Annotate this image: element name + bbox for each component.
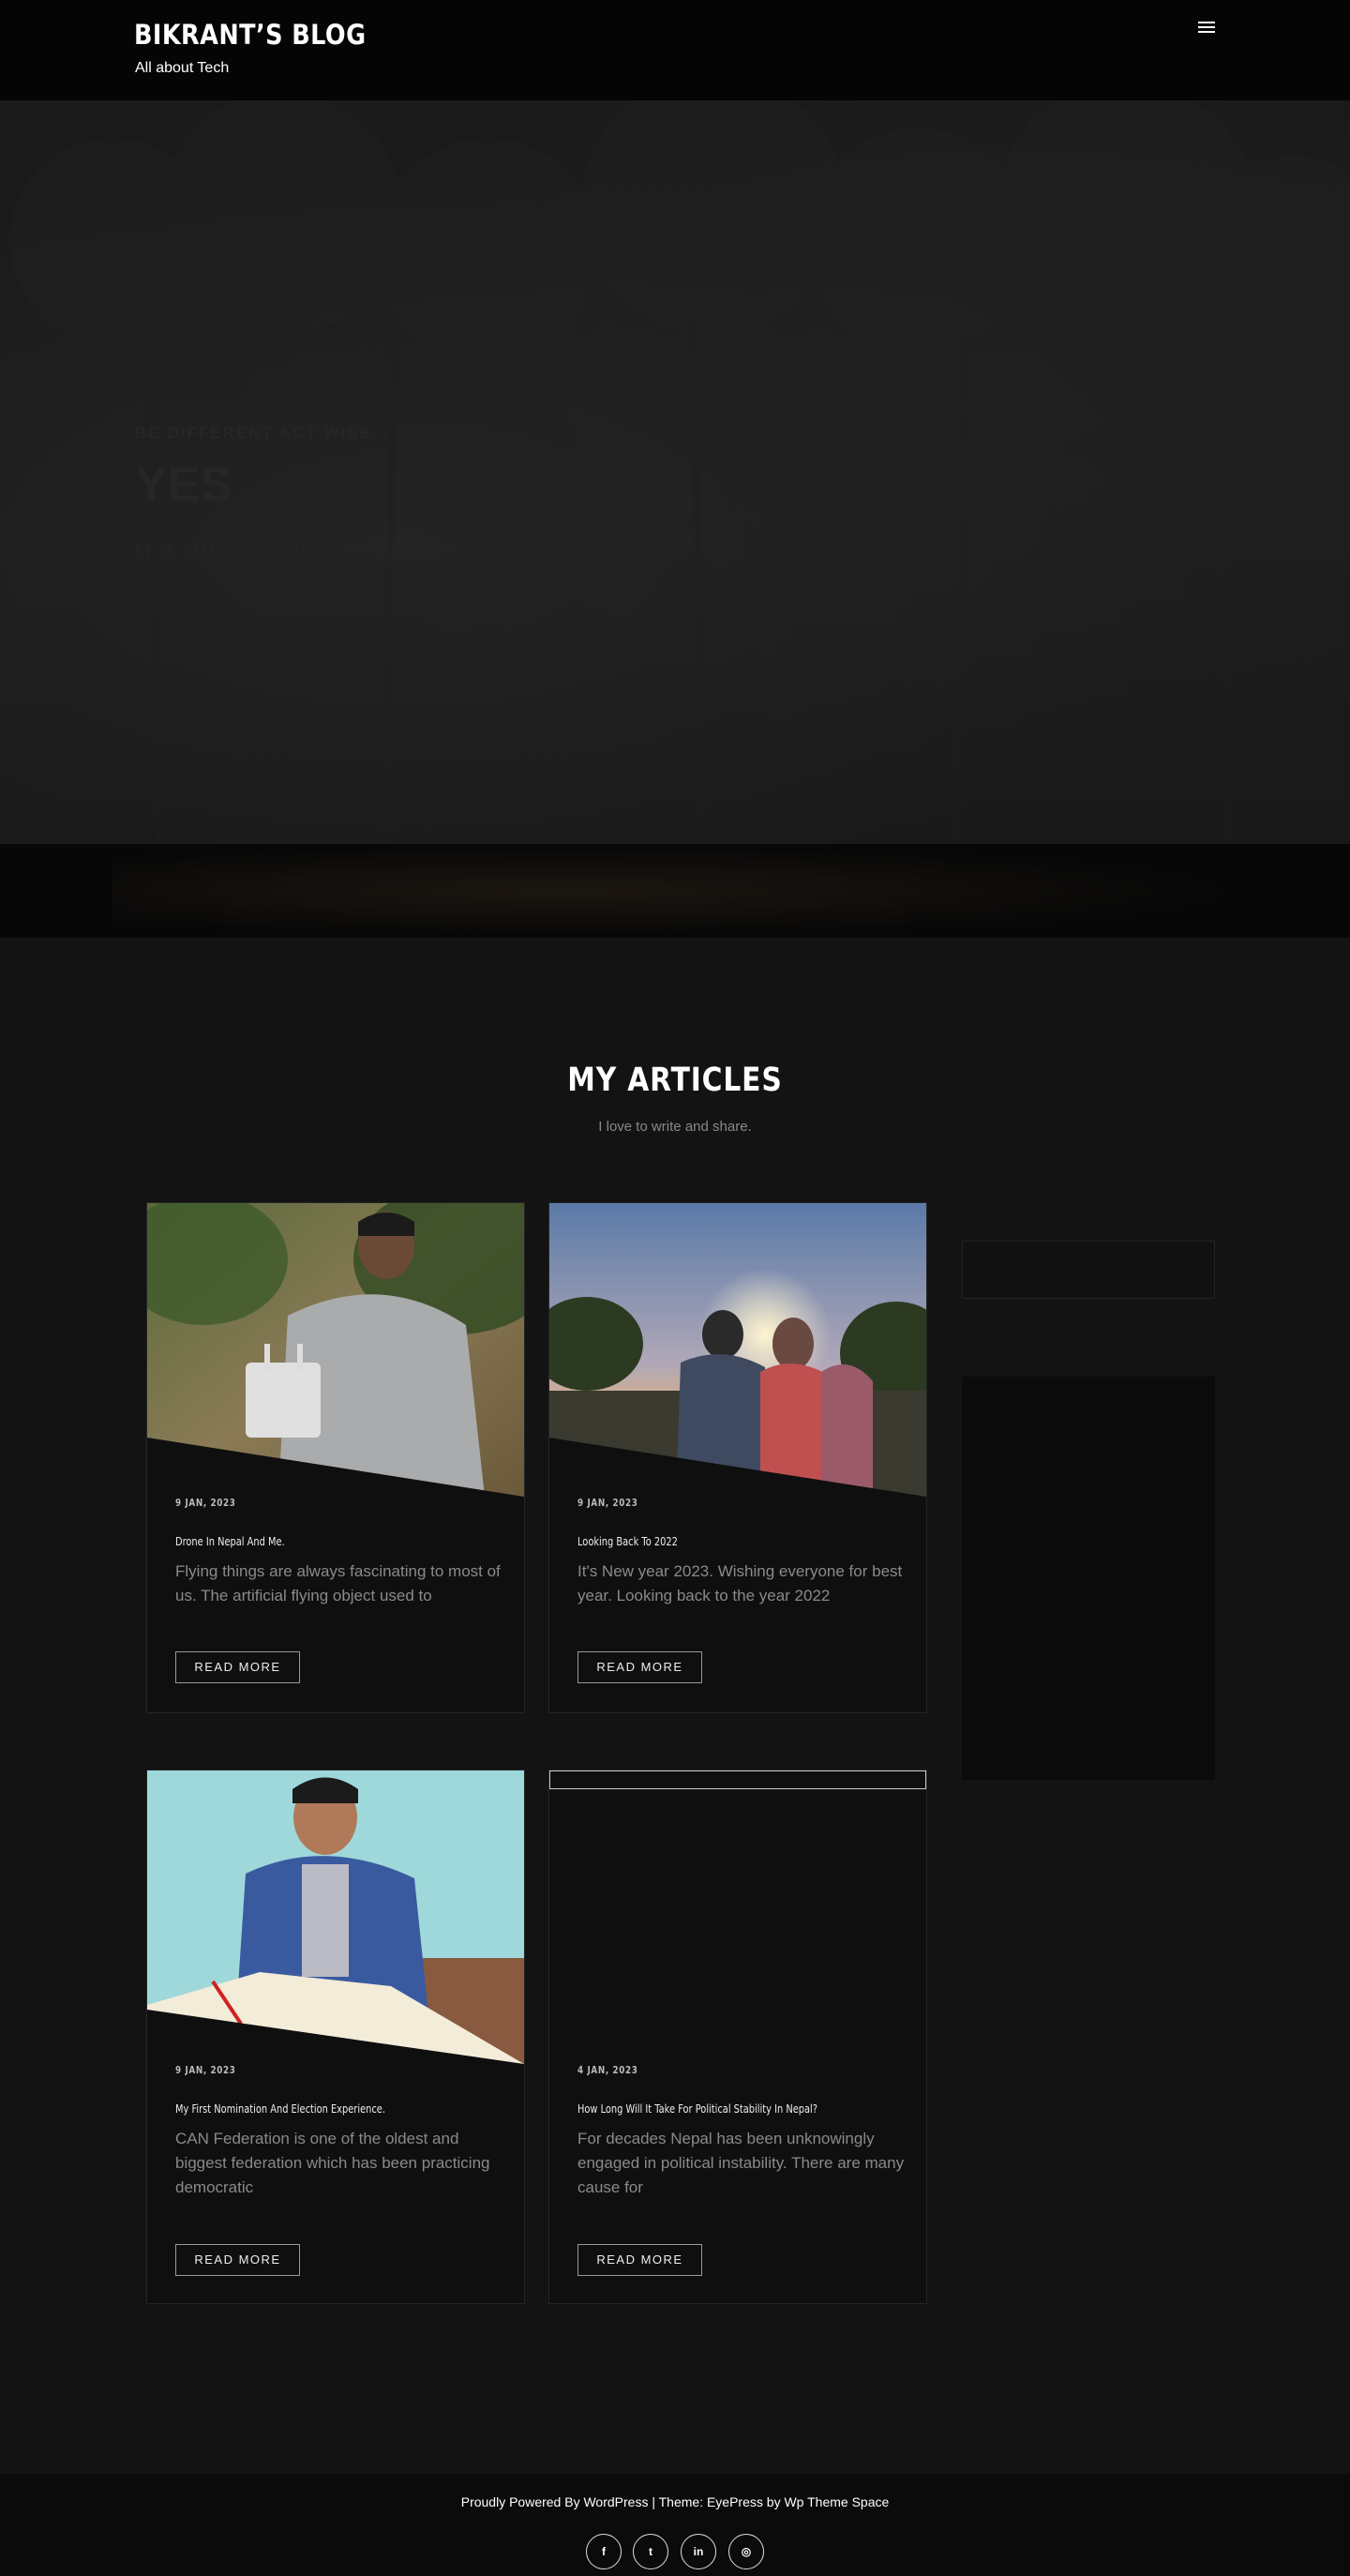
article-excerpt: For decades Nepal has been unknowingly e…: [578, 2130, 905, 2196]
read-more-button[interactable]: READ MORE: [578, 1651, 702, 1683]
article-image-drone[interactable]: [147, 1203, 524, 1497]
site-tagline: All about Tech: [135, 60, 230, 76]
article-card: 4 JAN, 2023 How Long Will It Take For Po…: [548, 1770, 927, 2304]
sidebar-search-widget[interactable]: [962, 1241, 1215, 1299]
article-title[interactable]: My First Nomination And Election Experie…: [175, 2102, 385, 2116]
article-image-broken[interactable]: [549, 1770, 926, 2064]
read-more-button[interactable]: READ MORE: [578, 2244, 702, 2276]
twitter-icon[interactable]: t: [633, 2534, 668, 2569]
theme-link[interactable]: EyePress: [707, 2494, 763, 2509]
site-title[interactable]: BIKRANT’S BLOG: [134, 19, 366, 51]
article-title[interactable]: Drone In Nepal And Me.: [175, 1535, 285, 1548]
wordpress-link[interactable]: WordPress: [583, 2494, 648, 2509]
section-subtitle: I love to write and share.: [598, 1119, 752, 1135]
article-date: 9 JAN, 2023: [175, 1497, 236, 1509]
hero-heading: YES: [135, 458, 233, 512]
hamburger-menu-icon[interactable]: [1195, 19, 1218, 41]
article-card: 9 JAN, 2023 Looking Back To 2022 It's Ne…: [548, 1202, 927, 1713]
hero-subheading: It's Time to Think Different: [135, 541, 461, 561]
article-date: 9 JAN, 2023: [578, 1497, 638, 1509]
article-excerpt: CAN Federation is one of the oldest and …: [175, 2130, 490, 2196]
footer-credits: Proudly Powered By WordPress | Theme: Ey…: [460, 2494, 890, 2509]
sidebar-widget: [962, 1377, 1215, 1780]
facebook-icon[interactable]: f: [586, 2534, 622, 2569]
hero-banner: Be Different Act Wise YES It's Time to T…: [0, 100, 1350, 844]
hero-kicker: Be Different Act Wise: [135, 424, 372, 442]
article-card: 9 JAN, 2023 My First Nomination And Elec…: [146, 1770, 525, 2304]
article-image-nomination[interactable]: [147, 1770, 524, 2064]
site-header: BIKRANT’S BLOG All about Tech: [0, 0, 1350, 100]
article-card: 9 JAN, 2023 Drone In Nepal And Me. Flyin…: [146, 1202, 525, 1713]
author-link[interactable]: Wp Theme Space: [784, 2494, 889, 2509]
article-title[interactable]: How Long Will It Take For Political Stab…: [578, 2102, 818, 2116]
article-excerpt: It's New year 2023. Wishing everyone for…: [578, 1562, 903, 1604]
broken-image-placeholder: [549, 1770, 926, 1789]
article-excerpt: Flying things are always fascinating to …: [175, 1562, 501, 1604]
linkedin-icon[interactable]: in: [681, 2534, 716, 2569]
instagram-icon[interactable]: ◎: [728, 2534, 764, 2569]
site-footer: Proudly Powered By WordPress | Theme: Ey…: [0, 2474, 1350, 2576]
article-date: 4 JAN, 2023: [578, 2064, 638, 2076]
article-date: 9 JAN, 2023: [175, 2064, 236, 2076]
read-more-button[interactable]: READ MORE: [175, 2244, 300, 2276]
article-image-sunset[interactable]: [549, 1203, 926, 1497]
section-title: MY ARTICLES: [567, 1062, 783, 1099]
article-title[interactable]: Looking Back To 2022: [578, 1535, 678, 1548]
read-more-button[interactable]: READ MORE: [175, 1651, 300, 1683]
hero-bottom-strip: [0, 844, 1350, 938]
